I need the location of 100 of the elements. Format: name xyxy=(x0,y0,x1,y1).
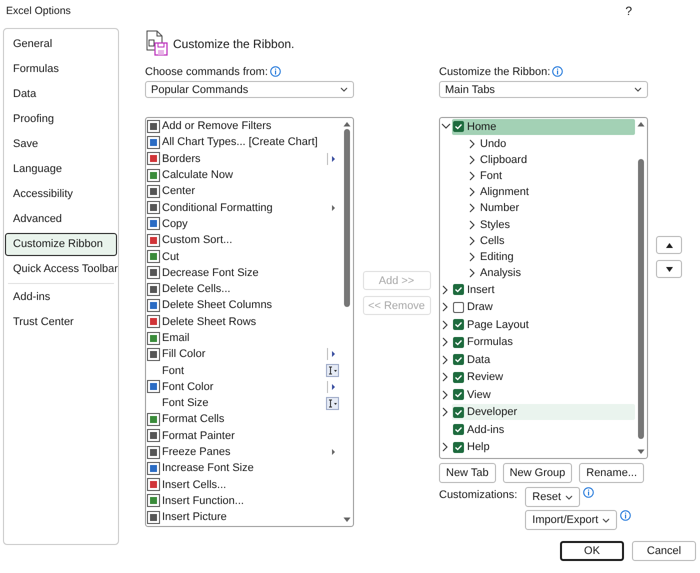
checkbox[interactable] xyxy=(453,442,464,453)
help-button[interactable]: ? xyxy=(625,4,632,18)
ribbon-group-item[interactable]: Alignment xyxy=(480,186,529,198)
ribbon-tab-item[interactable]: Developer xyxy=(452,404,635,420)
chevron-down-icon xyxy=(634,87,642,92)
checkbox[interactable] xyxy=(453,389,464,400)
checkbox[interactable] xyxy=(453,354,464,366)
command-item[interactable]: Font Size xyxy=(146,395,341,412)
command-icon xyxy=(146,379,161,394)
command-item[interactable]: Increase Font Size xyxy=(146,460,341,477)
sidebar-item[interactable]: Formulas xyxy=(5,58,117,81)
command-item[interactable]: Add or Remove Filters xyxy=(146,118,341,134)
ribbon-tab-item[interactable]: Page Layout xyxy=(452,316,635,333)
checkbox[interactable] xyxy=(453,284,464,296)
dropdown[interactable]: Popular Commands xyxy=(145,81,354,98)
info-icon xyxy=(620,510,632,521)
scroll-up-icon xyxy=(637,121,645,127)
sidebar-item[interactable]: Trust Center xyxy=(5,311,117,334)
command-icon xyxy=(146,200,161,216)
info-icon xyxy=(583,487,594,498)
ribbon-button[interactable]: New Tab xyxy=(439,463,496,483)
sidebar-item[interactable]: Quick Access Toolbar xyxy=(5,258,117,281)
ribbon-tab-item[interactable]: Data xyxy=(452,352,635,368)
chevron-down-icon xyxy=(602,518,610,522)
ribbon-tab-item[interactable]: Insert xyxy=(452,282,635,298)
ok-button[interactable]: OK xyxy=(560,541,624,561)
cancel-button[interactable]: Cancel xyxy=(632,541,696,561)
ribbon-group-item[interactable]: Undo xyxy=(480,138,506,150)
command-item[interactable]: Decrease Font Size xyxy=(146,264,341,281)
ribbon-tab-item[interactable]: Draw xyxy=(452,299,635,316)
down-arrow-icon xyxy=(666,266,672,272)
command-item[interactable]: Insert Picture xyxy=(146,509,341,526)
command-item[interactable]: All Chart Types... [Create Chart] xyxy=(146,134,341,151)
move-down-button[interactable] xyxy=(656,260,682,278)
checkbox[interactable] xyxy=(453,372,464,383)
command-item[interactable]: Email xyxy=(146,330,341,346)
ribbon-group-item[interactable]: Analysis xyxy=(480,267,521,280)
sidebar-item[interactable]: Language xyxy=(5,158,117,181)
ribbon-group-item[interactable]: Cells xyxy=(480,234,504,247)
command-item[interactable]: Cut xyxy=(146,248,341,265)
info-icon xyxy=(270,66,281,77)
command-item[interactable]: Borders xyxy=(146,150,341,167)
text-field-icon xyxy=(326,364,338,378)
command-item[interactable]: Copy xyxy=(146,216,341,232)
command-item[interactable]: Center xyxy=(146,183,341,200)
ribbon-button[interactable]: Rename... xyxy=(579,463,644,483)
command-icon xyxy=(146,232,161,248)
command-icon xyxy=(146,510,161,525)
ribbon-group-item[interactable]: Font xyxy=(480,170,502,182)
sidebar-item[interactable]: Accessibility xyxy=(5,183,117,206)
command-item[interactable]: Calculate Now xyxy=(146,166,341,184)
ribbon-group-item[interactable]: Clipboard xyxy=(480,154,528,166)
ribbon-tab-item[interactable]: Review xyxy=(452,369,635,386)
command-item[interactable]: Fill Color xyxy=(146,346,341,362)
command-icon xyxy=(146,134,161,150)
command-item[interactable]: Custom Sort... xyxy=(146,232,341,248)
ribbon-button[interactable]: New Group xyxy=(502,463,572,483)
dropdown[interactable]: Main Tabs xyxy=(439,81,648,98)
checkbox[interactable] xyxy=(453,406,464,418)
checkbox[interactable] xyxy=(453,302,464,313)
command-item[interactable]: Delete Sheet Columns xyxy=(146,297,341,314)
ribbon-tab-item[interactable]: Home xyxy=(452,118,635,135)
sidebar-item[interactable]: Customize Ribbon xyxy=(5,233,117,256)
command-icon xyxy=(146,346,161,362)
dropdown-button[interactable]: Import/Export xyxy=(525,510,618,530)
ribbon-tab-item[interactable]: Add-ins xyxy=(452,422,635,438)
sidebar-item[interactable]: General xyxy=(5,33,117,56)
sidebar-item[interactable]: Data xyxy=(5,83,117,106)
ribbon-group-item[interactable]: Editing xyxy=(480,250,514,263)
sidebar-item[interactable]: Save xyxy=(5,133,117,156)
ribbon-group-item[interactable]: Styles xyxy=(480,218,510,231)
command-item[interactable]: Insert Cells... xyxy=(146,476,341,493)
ribbon-tab-item[interactable]: Help xyxy=(452,439,635,456)
command-item[interactable]: Insert Function... xyxy=(146,492,341,510)
ribbon-group-item[interactable]: Number xyxy=(480,202,520,214)
command-item[interactable]: Font Color xyxy=(146,378,341,396)
sidebar-item[interactable]: Advanced xyxy=(5,208,117,231)
checkbox[interactable] xyxy=(453,424,464,436)
sidebar-item[interactable]: Proofing xyxy=(5,108,117,131)
command-item[interactable]: Delete Sheet Rows xyxy=(146,314,341,330)
dropdown-button[interactable]: Reset xyxy=(525,487,580,507)
move-up-button[interactable] xyxy=(656,236,682,254)
scroll-down-icon xyxy=(637,449,645,455)
command-icon xyxy=(146,216,161,232)
checkbox[interactable] xyxy=(453,319,464,330)
ribbon-tab-item[interactable]: Formulas xyxy=(452,334,635,350)
command-item[interactable]: Conditional Formatting xyxy=(146,199,341,216)
checkbox[interactable] xyxy=(453,336,464,348)
command-item[interactable]: Delete Cells... xyxy=(146,280,341,298)
command-item[interactable]: Freeze Panes xyxy=(146,444,341,460)
command-item[interactable]: Font xyxy=(146,362,341,379)
sidebar-item[interactable]: Add-ins xyxy=(5,286,117,309)
field-label: Customizations: xyxy=(439,488,518,503)
command-icon xyxy=(146,493,161,508)
submenu-arrow-icon xyxy=(327,380,337,393)
ribbon-tab-item[interactable]: View xyxy=(452,386,635,403)
command-item[interactable]: Format Painter xyxy=(146,428,341,444)
checkbox[interactable] xyxy=(453,121,464,132)
command-icon xyxy=(146,265,161,280)
command-item[interactable]: Format Cells xyxy=(146,411,341,428)
